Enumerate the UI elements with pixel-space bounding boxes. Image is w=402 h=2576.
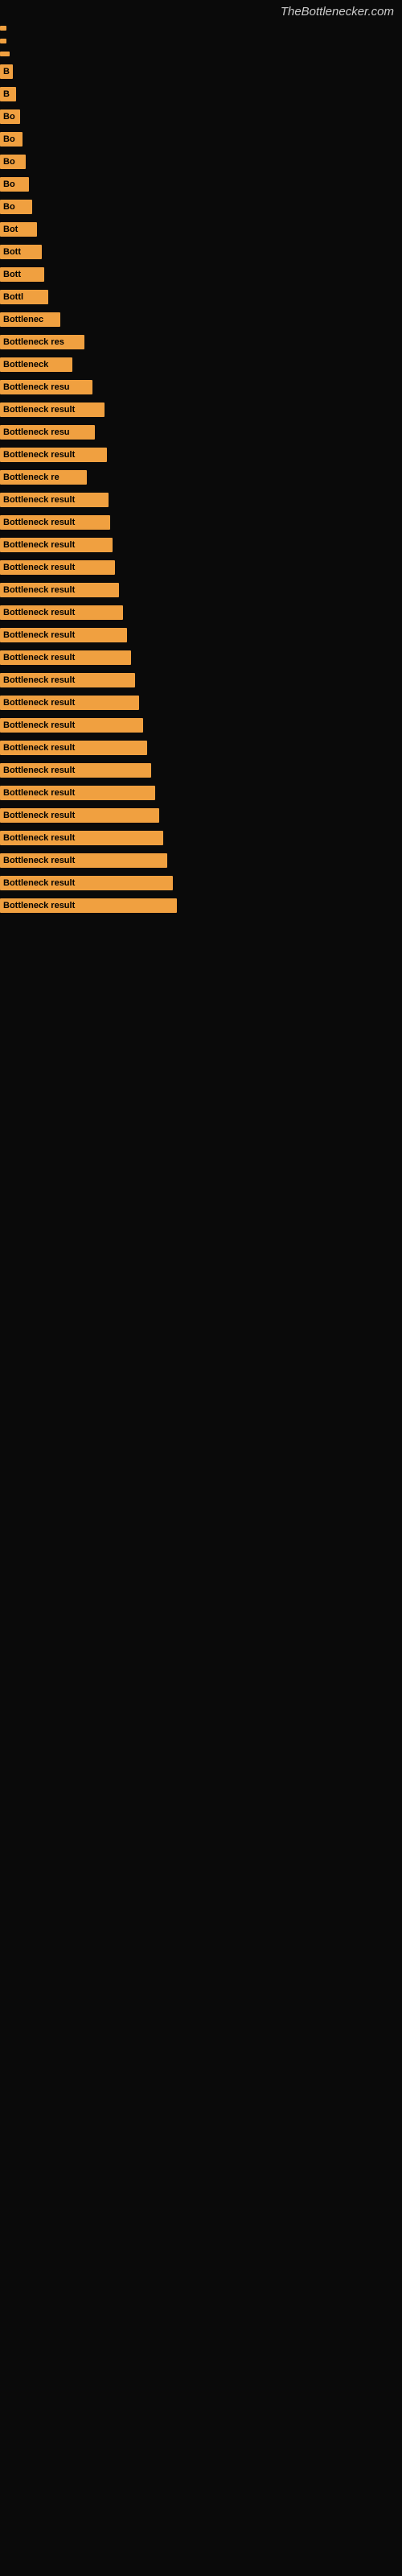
label-box: Bottl (0, 290, 48, 304)
list-item (0, 22, 402, 35)
list-item: Bottleneck result (0, 489, 402, 511)
list-item: B (0, 60, 402, 83)
list-item: Bottleneck result (0, 669, 402, 691)
label-box: Bottleneck result (0, 696, 139, 710)
list-item: Bottleneck result (0, 872, 402, 894)
label-box: Bottleneck result (0, 583, 119, 597)
list-item: Bot (0, 218, 402, 241)
list-item: Bottleneck resu (0, 376, 402, 398)
label-box: Bottleneck result (0, 628, 127, 642)
list-item: Bottleneck result (0, 556, 402, 579)
label-box: Bottleneck resu (0, 425, 95, 440)
list-item: Bo (0, 128, 402, 151)
label-box: B (0, 87, 16, 101)
list-item: Bottleneck result (0, 782, 402, 804)
label-box: Bottleneck result (0, 808, 159, 823)
items-container: BB Bo Bo Bo Bo Bo Bot Bott Bott Bottl Bottlenec Bot… (0, 22, 402, 933)
list-item (0, 35, 402, 47)
list-item: Bottleneck result (0, 827, 402, 849)
label-box (0, 39, 6, 43)
label-box: Bo (0, 109, 20, 124)
label-box: Bottleneck result (0, 650, 131, 665)
label-box: Bo (0, 177, 29, 192)
list-item: Bottleneck result (0, 398, 402, 421)
label-box: Bottleneck result (0, 853, 167, 868)
label-box: Bottleneck result (0, 786, 155, 800)
label-box (0, 26, 6, 31)
list-item: Bottleneck re (0, 466, 402, 489)
list-item: Bottlenec (0, 308, 402, 331)
list-item: Bo (0, 173, 402, 196)
label-box: Bottleneck result (0, 515, 110, 530)
label-box: Bottleneck resu (0, 380, 92, 394)
label-box: Bottleneck result (0, 493, 109, 507)
list-item: Bottleneck result (0, 624, 402, 646)
list-item: Bottleneck (0, 353, 402, 376)
list-item: Bottleneck result (0, 804, 402, 827)
list-item: Bottleneck result (0, 444, 402, 466)
label-box: Bottleneck result (0, 560, 115, 575)
label-box: Bottleneck result (0, 402, 105, 417)
list-item: Bottleneck res (0, 331, 402, 353)
list-item: Bottleneck result (0, 714, 402, 737)
list-item: Bottleneck result (0, 737, 402, 759)
label-box: Bottleneck result (0, 718, 143, 733)
label-box: Bottleneck result (0, 448, 107, 462)
list-item: Bo (0, 196, 402, 218)
list-item: Bottleneck result (0, 849, 402, 872)
list-item: Bott (0, 263, 402, 286)
label-box: Bottleneck result (0, 673, 135, 687)
label-box: Bottleneck res (0, 335, 84, 349)
list-item: B (0, 83, 402, 105)
label-box: B (0, 64, 13, 79)
list-item: Bott (0, 241, 402, 263)
list-item: Bottleneck result (0, 691, 402, 714)
label-box (0, 52, 10, 56)
label-box: Bottleneck result (0, 538, 113, 552)
label-box: Bo (0, 132, 23, 147)
label-box: Bot (0, 222, 37, 237)
list-item: Bottleneck result (0, 894, 402, 917)
list-item: Bottl (0, 286, 402, 308)
list-item: Bottleneck result (0, 646, 402, 669)
list-item: Bottleneck result (0, 601, 402, 624)
list-item (0, 47, 402, 60)
list-item: Bottleneck resu (0, 421, 402, 444)
label-box: Bottleneck result (0, 876, 173, 890)
list-item: Bottleneck result (0, 579, 402, 601)
label-box: Bott (0, 267, 44, 282)
site-title: TheBottlenecker.com (0, 0, 402, 22)
label-box: Bottleneck result (0, 763, 151, 778)
label-box: Bottleneck re (0, 470, 87, 485)
list-item: Bottleneck result (0, 534, 402, 556)
label-box: Bo (0, 155, 26, 169)
label-box: Bottleneck (0, 357, 72, 372)
list-item: Bo (0, 105, 402, 128)
label-box: Bottleneck result (0, 831, 163, 845)
label-box: Bottlenec (0, 312, 60, 327)
label-box: Bottleneck result (0, 898, 177, 913)
label-box: Bottleneck result (0, 605, 123, 620)
list-item: Bottleneck result (0, 511, 402, 534)
list-item: Bottleneck result (0, 759, 402, 782)
label-box: Bott (0, 245, 42, 259)
label-box: Bottleneck result (0, 741, 147, 755)
list-item: Bo (0, 151, 402, 173)
label-box: Bo (0, 200, 32, 214)
